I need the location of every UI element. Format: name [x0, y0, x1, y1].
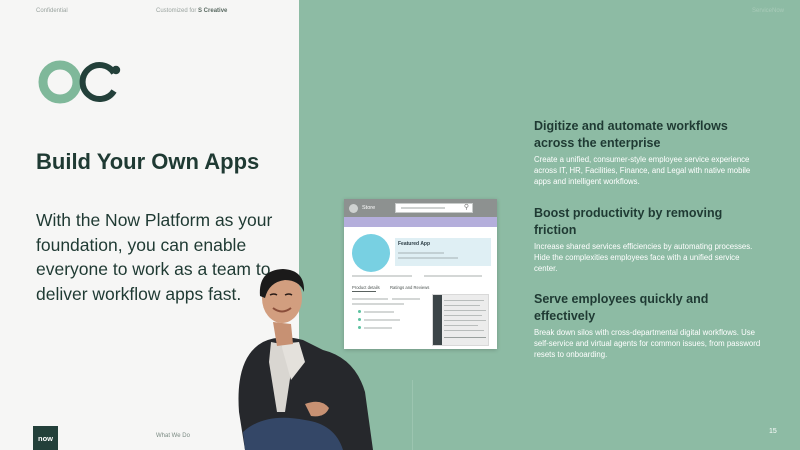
- store-search-field: ⚲: [395, 203, 473, 213]
- customized-label: Customized for S Creative: [156, 8, 227, 14]
- thumbnail-row: [444, 330, 484, 331]
- header-right-label: ServiceNow: [752, 8, 785, 14]
- person-photo: [238, 269, 373, 450]
- store-search-placeholder: [401, 207, 445, 209]
- thumbnail-row: [444, 325, 478, 326]
- page-title: Build Your Own Apps: [36, 149, 260, 174]
- feature-heading: Digitize and automate workflows across t…: [534, 119, 728, 150]
- feature-heading: Boost productivity by removing friction: [534, 206, 723, 237]
- feature-block: Boost productivity by removing friction …: [534, 205, 764, 274]
- customized-prefix: Customized for: [156, 8, 199, 14]
- featured-app-info: Featured App: [395, 238, 491, 266]
- footer-section-label: What We Do: [156, 433, 190, 439]
- divider-line: [412, 380, 413, 450]
- page-number: 15: [769, 428, 777, 435]
- thumbnail-row: [444, 337, 486, 338]
- featured-line: [398, 257, 458, 259]
- confidential-label: Confidential: [36, 8, 68, 14]
- placeholder-line: [424, 275, 482, 277]
- search-icon: ⚲: [463, 204, 469, 211]
- thumbnail-row: [444, 300, 484, 301]
- thumbnail-row: [444, 315, 482, 316]
- tab-ratings-reviews: Ratings and Reviews: [390, 285, 430, 290]
- featured-line: [398, 252, 444, 254]
- feature-body: Break down silos with cross-departmental…: [534, 328, 761, 359]
- thumbnail-row: [444, 305, 480, 306]
- store-title: Store: [362, 205, 376, 211]
- customized-client: S Creative: [198, 8, 228, 14]
- feature-heading: Serve employees quickly and effectively: [534, 292, 709, 323]
- store-top-bar: Store ⚲: [344, 199, 497, 217]
- store-banner: [344, 217, 497, 227]
- feature-body: Increase shared services efficiencies by…: [534, 242, 753, 273]
- feature-block: Serve employees quickly and effectively …: [534, 291, 764, 360]
- placeholder-line: [392, 298, 420, 300]
- thumbnail-row: [444, 320, 486, 321]
- now-logo-badge: now: [33, 426, 58, 450]
- featured-app-label: Featured App: [398, 241, 431, 247]
- feature-block: Digitize and automate workflows across t…: [534, 118, 764, 187]
- servicenow-logo-icon: [38, 60, 121, 104]
- feature-body: Create a unified, consumer-style employe…: [534, 155, 751, 186]
- store-avatar-icon: [349, 203, 358, 213]
- thumbnail-row: [444, 310, 486, 311]
- thumbnail-sidebar: [433, 295, 442, 345]
- app-screenshot-thumbnail: [432, 294, 489, 346]
